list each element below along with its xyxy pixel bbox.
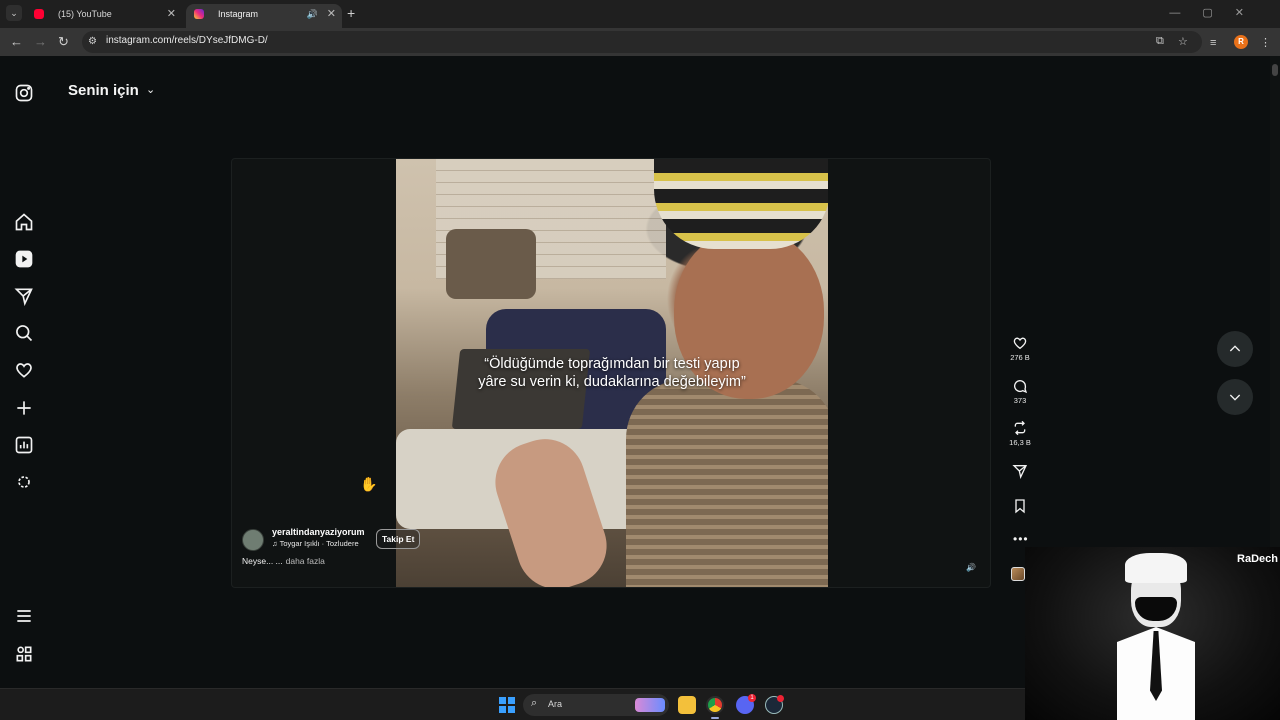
music-note-icon: ♫ xyxy=(272,539,280,548)
author-username[interactable]: yeraltindanyaziyorum xyxy=(272,527,365,537)
volume-icon[interactable]: 🔊 xyxy=(964,561,978,575)
reel-description: Neyse... ... daha fazla xyxy=(242,556,325,566)
menu-icon[interactable] xyxy=(14,606,34,626)
reel-audio[interactable]: ♫ Toygar Işıklı · Tozludere xyxy=(272,539,359,548)
comment-icon xyxy=(1014,380,1028,394)
tab-search-chevron-icon[interactable]: ⌄ xyxy=(6,5,22,21)
windows-taskbar: ⌕ Ara 1 xyxy=(0,688,1025,720)
heart-icon xyxy=(1013,337,1027,350)
instagram-icon xyxy=(194,9,204,19)
search-icon[interactable] xyxy=(14,323,34,343)
close-tab-icon[interactable]: ✕ xyxy=(327,4,336,24)
audio-thumbnail[interactable] xyxy=(1011,567,1025,581)
close-tab-icon[interactable]: ✕ xyxy=(167,4,176,24)
mouse-cursor-icon: ✋ xyxy=(360,476,378,492)
scrollbar-up-arrow[interactable] xyxy=(1272,64,1278,76)
caption-line-2: yâre su verin ki, dudaklarına değebileyi… xyxy=(478,374,746,390)
steam-notification-dot xyxy=(777,695,784,702)
follow-button[interactable]: Takip Et xyxy=(376,529,421,549)
repost-button[interactable]: 16,3 B xyxy=(1006,420,1034,447)
video-caption: “Öldüğümde toprağımdan bir testi yapıp y… xyxy=(396,355,828,391)
search-icon: ⌕ xyxy=(531,697,538,709)
messages-icon[interactable] xyxy=(14,286,34,307)
tab-title: (15) YouTube xyxy=(58,9,112,19)
create-plus-icon[interactable] xyxy=(14,398,34,418)
discord-badge: 1 xyxy=(748,694,756,702)
video-scene-sweater xyxy=(626,379,828,587)
also-from-meta-icon[interactable] xyxy=(14,644,34,664)
install-app-icon[interactable]: ⧉ xyxy=(1156,35,1164,48)
reload-icon[interactable]: ↻ xyxy=(58,33,69,51)
bookmark-star-icon[interactable]: ☆ xyxy=(1178,35,1188,48)
author-avatar[interactable] xyxy=(242,529,264,551)
new-tab-button[interactable]: + xyxy=(347,6,355,20)
caption-line-1: “Öldüğümde toprağımdan bir testi yapıp xyxy=(484,356,740,372)
profile-avatar[interactable]: R xyxy=(1234,35,1248,49)
description-text: Neyse... ... xyxy=(242,556,283,566)
instagram-logo-icon[interactable] xyxy=(14,83,34,103)
taskbar-search-placeholder: Ara xyxy=(548,699,563,709)
more-link[interactable]: daha fazla xyxy=(286,556,325,566)
meta-ai-icon[interactable] xyxy=(14,472,34,492)
media-control-icon[interactable]: ≡ xyxy=(1210,37,1216,49)
video-scene-beanie xyxy=(654,159,828,249)
next-reel-button[interactable] xyxy=(1217,379,1253,415)
save-button[interactable] xyxy=(1006,498,1034,514)
home-icon[interactable] xyxy=(14,212,34,232)
share-button[interactable] xyxy=(1006,463,1034,479)
repost-icon xyxy=(1014,420,1026,436)
comment-count: 373 xyxy=(1013,396,1027,405)
share-icon xyxy=(1012,465,1028,479)
like-button[interactable]: 276 B xyxy=(1006,335,1034,362)
chevron-down-icon xyxy=(1229,394,1241,401)
windows-start-icon[interactable] xyxy=(499,697,515,713)
youtube-icon xyxy=(34,9,44,19)
previous-reel-button[interactable] xyxy=(1217,331,1253,367)
overlay-name: RaDech xyxy=(1237,553,1278,565)
tab-youtube[interactable]: (15) YouTube ✕ xyxy=(26,4,182,28)
file-explorer-icon[interactable] xyxy=(678,696,696,714)
tab-title: Instagram xyxy=(218,9,259,19)
reel-player[interactable]: “Öldüğümde toprağımdan bir testi yapıp y… xyxy=(231,158,991,588)
chevron-down-icon[interactable]: ⌄ xyxy=(146,83,155,96)
taskbar-search[interactable]: ⌕ Ara xyxy=(523,694,669,716)
like-count: 276 B xyxy=(1010,353,1030,362)
url-text[interactable]: instagram.com/reels/DYseJfDMG-D/ xyxy=(106,35,268,46)
forward-arrow-icon[interactable]: → xyxy=(34,33,47,51)
tab-audio-icon[interactable]: 🔊 xyxy=(307,4,318,24)
overlay-hair xyxy=(1125,553,1187,583)
site-info-icon[interactable]: ⚙ xyxy=(88,36,97,47)
streamer-overlay: RaDech xyxy=(1025,547,1280,720)
window-controls[interactable]: —▢✕ xyxy=(1169,6,1266,19)
browser-tab-bar: ⌄ (15) YouTube ✕ Instagram 🔊 ✕ + —▢✕ xyxy=(0,0,1280,28)
active-app-indicator xyxy=(711,717,719,719)
audio-title: Toygar Işıklı · Tozludere xyxy=(279,539,359,548)
chrome-icon[interactable] xyxy=(706,696,724,714)
back-arrow-icon[interactable]: ← xyxy=(10,33,23,51)
instagram-sidebar xyxy=(0,56,48,688)
omnibox[interactable]: ⚙ instagram.com/reels/DYseJfDMG-D/ ⧉ ☆ xyxy=(82,31,1202,53)
chevron-up-icon xyxy=(1229,345,1241,352)
address-bar-row: ← → ↻ ⚙ instagram.com/reels/DYseJfDMG-D/… xyxy=(0,28,1280,56)
reels-icon[interactable] xyxy=(14,249,34,269)
more-options-icon[interactable]: ••• xyxy=(1013,532,1029,546)
comment-button[interactable]: 373 xyxy=(1006,378,1034,405)
tab-instagram[interactable]: Instagram 🔊 ✕ xyxy=(186,4,342,28)
search-highlight-icon xyxy=(635,698,665,712)
dashboard-icon[interactable] xyxy=(14,435,34,455)
reel-video[interactable]: “Öldüğümde toprağımdan bir testi yapıp y… xyxy=(396,159,828,587)
notifications-heart-icon[interactable] xyxy=(14,360,34,380)
browser-menu-icon[interactable]: ⋮ xyxy=(1260,36,1271,49)
repost-count: 16,3 B xyxy=(1009,438,1031,447)
video-scene-pillow xyxy=(446,229,536,299)
bookmark-icon xyxy=(1015,499,1025,514)
feed-title[interactable]: Senin için xyxy=(68,82,139,99)
